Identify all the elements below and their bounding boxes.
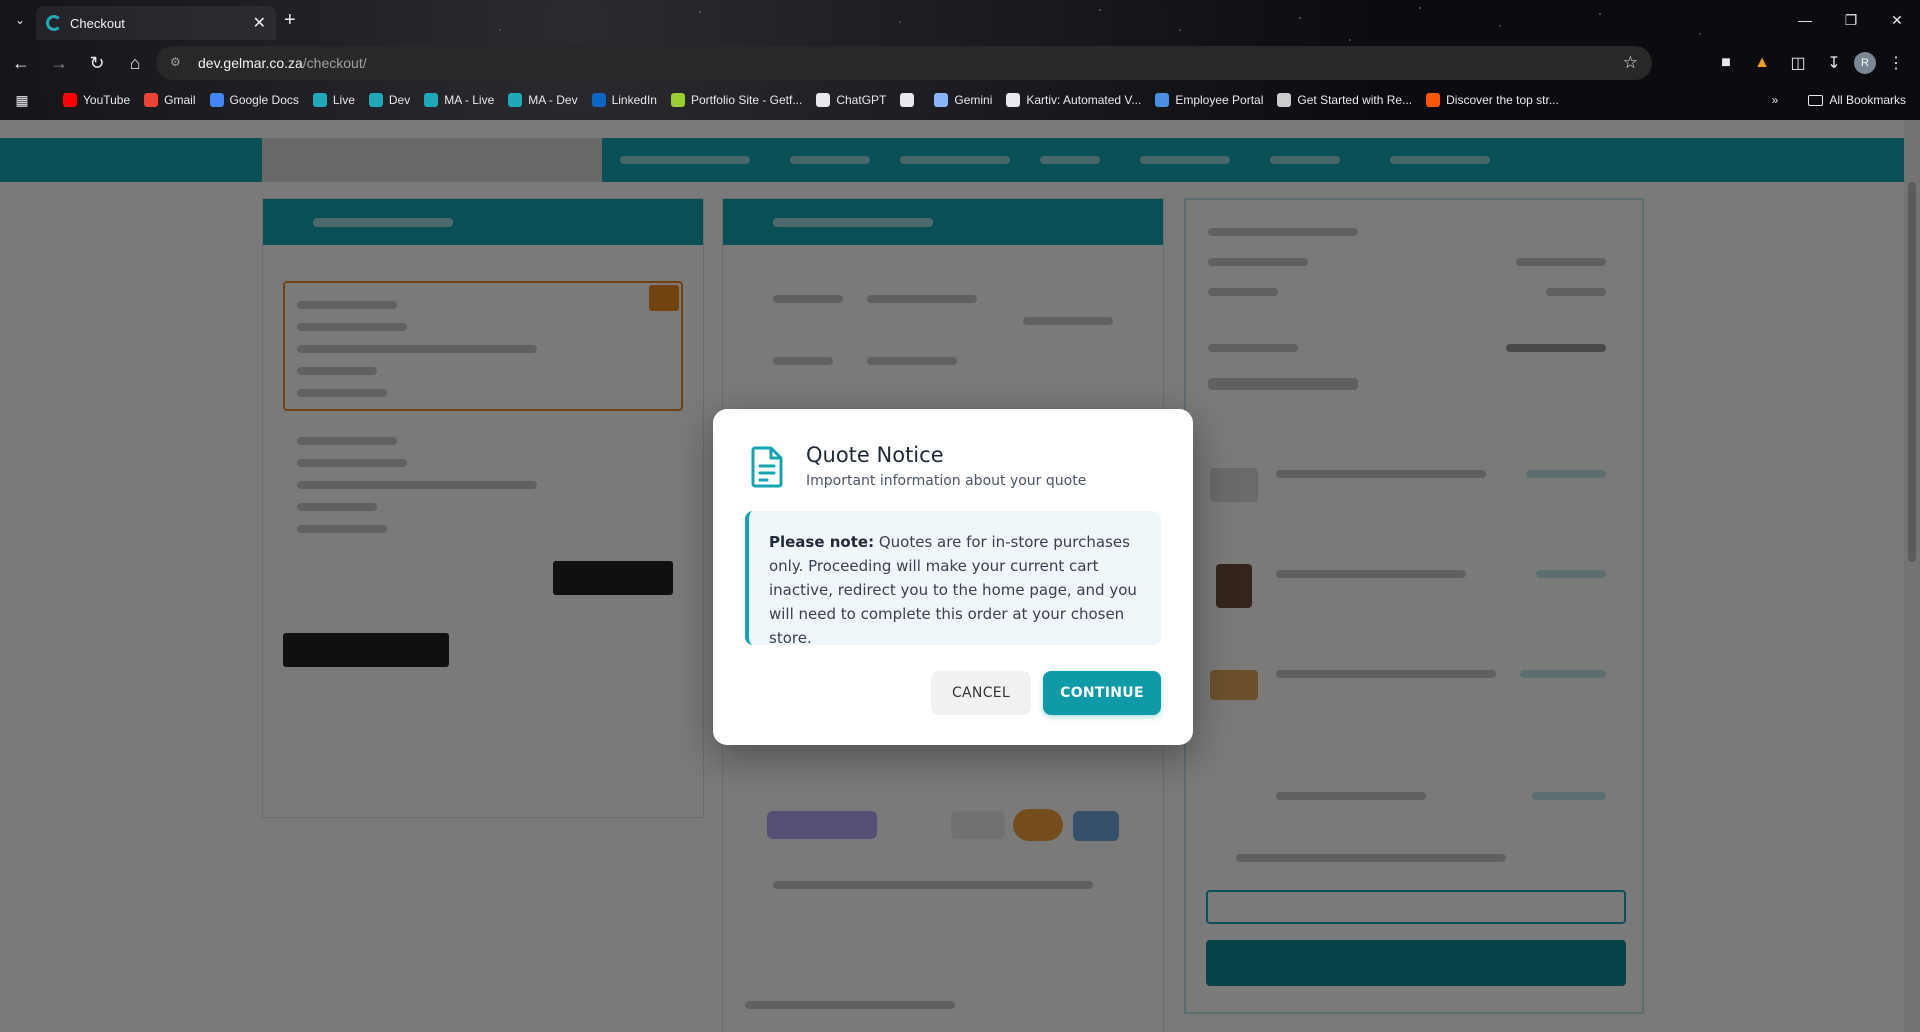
address-bar[interactable]: ⚙ dev.gelmar.co.za /checkout/ ☆ xyxy=(156,46,1652,80)
bookmark-item[interactable]: Employee Portal xyxy=(1148,88,1270,112)
bookmark-label: Discover the top str... xyxy=(1446,93,1559,107)
bookmark-label: Live xyxy=(332,93,355,107)
new-tab-icon[interactable]: + xyxy=(284,9,296,32)
bookmark-favicon-icon xyxy=(670,93,685,107)
bookmark-favicon-icon xyxy=(1155,93,1170,107)
bookmark-label: Dev xyxy=(388,93,411,107)
bookmark-favicon-icon xyxy=(144,93,159,107)
tab-strip: ⌄ Checkout ✕ + — ❐ ✕ xyxy=(0,0,1920,40)
window-controls: — ❐ ✕ xyxy=(1782,0,1920,40)
bookmark-favicon-icon xyxy=(1426,93,1441,107)
forward-icon[interactable]: → xyxy=(42,46,76,80)
bookmark-item[interactable]: Portfolio Site - Getf... xyxy=(664,88,809,112)
bookmark-label: YouTube xyxy=(83,93,131,107)
bookmark-label: Gmail xyxy=(164,93,196,107)
back-icon[interactable]: ← xyxy=(4,46,38,80)
bookmark-label: Employee Portal xyxy=(1175,93,1264,107)
tab-title: Checkout xyxy=(70,15,125,31)
browser-toolbar: ← → ↻ ⌂ ⚙ dev.gelmar.co.za /checkout/ ☆ … xyxy=(0,44,1920,82)
extension-icon[interactable]: ■ xyxy=(1710,47,1742,79)
bookmark-favicon-icon xyxy=(1277,93,1292,107)
bookmark-favicon-icon xyxy=(1006,93,1021,107)
bookmark-item[interactable]: Discover the top str... xyxy=(1419,88,1566,112)
url-host: dev.gelmar.co.za xyxy=(198,55,303,71)
bookmark-item[interactable]: Dev xyxy=(362,88,417,112)
download-icon[interactable]: ↧ xyxy=(1818,47,1850,79)
bookmark-star-icon[interactable]: ☆ xyxy=(1623,53,1638,73)
browser-menu-icon[interactable]: ⋮ xyxy=(1880,47,1912,79)
bookmark-favicon-icon xyxy=(591,93,606,107)
tab-search-icon[interactable]: ⌄ xyxy=(10,10,30,30)
continue-button[interactable]: CONTINUE xyxy=(1043,671,1161,715)
apps-grid-icon[interactable]: ▦ xyxy=(10,88,34,112)
bookmark-favicon-icon xyxy=(63,93,77,107)
bookmark-item[interactable]: MA - Dev xyxy=(501,88,584,112)
bookmark-label: Google Docs xyxy=(229,93,299,107)
modal-subtitle: Important information about your quote xyxy=(806,473,1087,489)
bookmark-item[interactable]: LinkedIn xyxy=(585,88,664,112)
notice-box: Please note: Quotes are for in-store pur… xyxy=(745,511,1161,647)
bookmark-favicon-icon xyxy=(368,93,383,107)
bookmark-item[interactable]: MA - Live xyxy=(417,88,501,112)
bookmark-favicon-icon xyxy=(816,93,831,107)
bookmark-label: Get Started with Re... xyxy=(1297,93,1413,107)
bookmark-item[interactable]: Kartiv: Automated V... xyxy=(999,88,1148,112)
bookmark-favicon-icon xyxy=(312,93,327,107)
bookmark-favicon-icon xyxy=(209,93,224,107)
bookmark-item[interactable]: Live xyxy=(306,88,362,112)
browser-chrome: ⌄ Checkout ✕ + — ❐ ✕ ← → ↻ ⌂ ⚙ dev.gelma… xyxy=(0,0,1920,120)
more-bookmarks-icon[interactable]: » xyxy=(1772,93,1779,107)
cancel-button[interactable]: CANCEL xyxy=(931,671,1031,715)
minimize-icon[interactable]: — xyxy=(1782,0,1828,40)
bookmark-favicon-icon xyxy=(508,93,523,107)
bookmark-item[interactable]: Gmail xyxy=(137,88,202,112)
bookmark-favicon-icon xyxy=(934,93,949,107)
bookmark-favicon-icon xyxy=(424,93,439,107)
bookmark-label: MA - Live xyxy=(444,93,495,107)
folder-icon xyxy=(1808,94,1824,106)
url-path: /checkout/ xyxy=(302,55,367,71)
profile-avatar[interactable]: R xyxy=(1854,52,1876,74)
notice-bold-label: Please note: xyxy=(769,533,875,551)
bookmarks-bar: ▦ YouTube Gmail Google Docs Live Dev MA - Liv… xyxy=(0,88,1920,112)
all-bookmarks-folder[interactable]: All Bookmarks xyxy=(1808,93,1906,107)
tab-checkout[interactable]: Checkout ✕ xyxy=(36,6,276,40)
bookmark-label: Portfolio Site - Getf... xyxy=(690,93,803,107)
bookmark-label: LinkedIn xyxy=(611,93,657,107)
all-bookmarks-label: All Bookmarks xyxy=(1829,93,1906,107)
bookmark-label: Gemini xyxy=(954,93,993,107)
bookmark-label: MA - Dev xyxy=(528,93,578,107)
modal-title: Quote Notice xyxy=(806,443,944,467)
gelmar-favicon-icon xyxy=(46,15,62,31)
reload-icon[interactable]: ↻ xyxy=(80,46,114,80)
home-icon[interactable]: ⌂ xyxy=(118,46,152,80)
bookmark-item[interactable]: Gemini xyxy=(927,88,999,112)
extension-2-icon[interactable]: ▲ xyxy=(1746,47,1778,79)
extensions-puzzle-icon[interactable]: ◫ xyxy=(1782,47,1814,79)
bookmarks-bar-right: » All Bookmarks xyxy=(1772,88,1906,112)
close-window-icon[interactable]: ✕ xyxy=(1874,0,1920,40)
bookmark-label: ChatGPT xyxy=(836,93,887,107)
close-tab-icon[interactable]: ✕ xyxy=(253,13,266,33)
bookmark-item[interactable]: Get Started with Re... xyxy=(1270,88,1419,112)
bookmark-item[interactable] xyxy=(893,88,927,112)
document-icon xyxy=(751,446,783,488)
site-info-icon[interactable]: ⚙ xyxy=(170,55,186,71)
bookmark-item[interactable]: YouTube xyxy=(56,88,137,112)
bookmark-label: Kartiv: Automated V... xyxy=(1026,93,1142,107)
toolbar-actions: ■ ▲ ◫ ↧ R ⋮ xyxy=(1710,46,1920,80)
bookmark-item[interactable]: ChatGPT xyxy=(809,88,893,112)
quote-notice-modal: Quote Notice Important information about… xyxy=(713,409,1193,745)
bookmark-item[interactable]: Google Docs xyxy=(203,88,306,112)
restore-icon[interactable]: ❐ xyxy=(1828,0,1874,40)
bookmark-favicon-icon xyxy=(900,93,915,107)
